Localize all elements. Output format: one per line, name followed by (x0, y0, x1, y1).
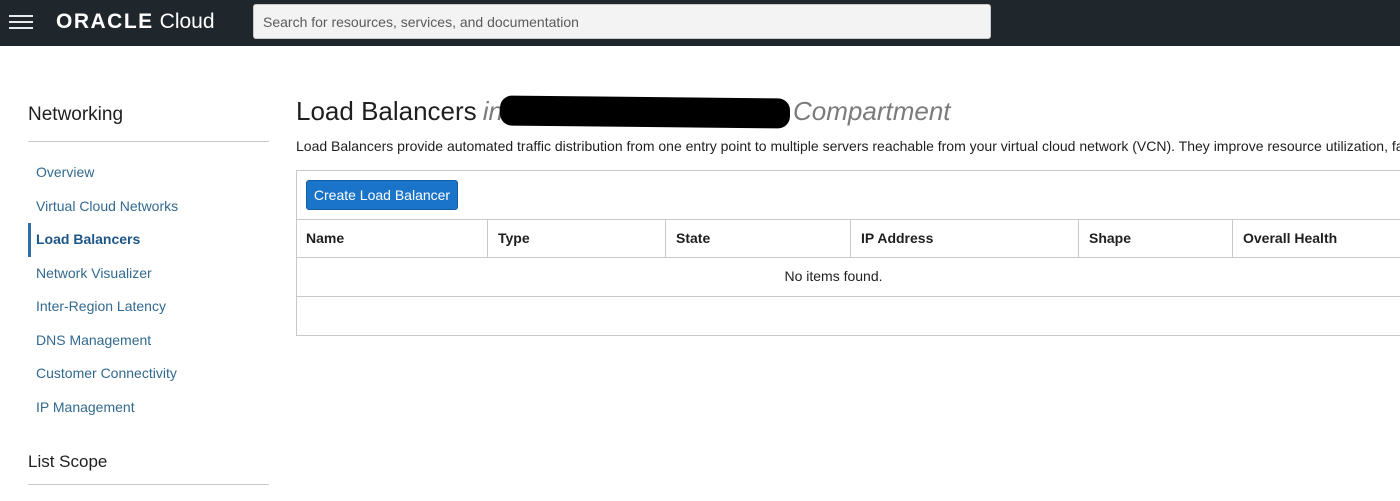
global-search-input[interactable] (253, 4, 991, 39)
page-title: Load Balancers in (296, 96, 503, 127)
brand-cloud-text: Cloud (159, 10, 215, 33)
load-balancers-panel: Create Load Balancer Name Type State IP … (296, 170, 1400, 336)
sidebar-item-virtual-cloud-networks[interactable]: Virtual Cloud Networks (28, 190, 269, 224)
column-header-type[interactable]: Type (488, 220, 666, 257)
list-scope-divider (28, 484, 269, 485)
column-header-state[interactable]: State (666, 220, 851, 257)
brand-oracle-text: ORACLE (56, 10, 154, 33)
oracle-cloud-logo[interactable]: ORACLE Cloud (56, 10, 215, 36)
sidebar-item-inter-region-latency[interactable]: Inter-Region Latency (28, 290, 269, 324)
table-empty-row: No items found. (296, 258, 1400, 297)
sidebar-item-network-visualizer[interactable]: Network Visualizer (28, 257, 269, 291)
empty-message: No items found. (784, 268, 883, 284)
create-load-balancer-button[interactable]: Create Load Balancer (306, 180, 458, 210)
column-header-ip-address[interactable]: IP Address (851, 220, 1079, 257)
page-title-compartment: Compartment (793, 96, 951, 126)
sidebar-item-dns-management[interactable]: DNS Management (28, 324, 269, 358)
top-navigation-bar: ORACLE Cloud (0, 0, 1400, 46)
page-description: Load Balancers provide automated traffic… (296, 138, 1400, 154)
page-title-text: Load Balancers (296, 96, 477, 126)
sidebar-divider (28, 141, 269, 142)
load-balancers-table: Name Type State IP Address Shape Overall… (296, 219, 1400, 297)
sidebar-item-overview[interactable]: Overview (28, 156, 269, 190)
sidebar-title: Networking (28, 104, 124, 125)
column-header-name[interactable]: Name (296, 220, 488, 257)
sidebar-nav: Overview Virtual Cloud Networks Load Bal… (28, 156, 269, 424)
table-header-row: Name Type State IP Address Shape Overall… (296, 219, 1400, 258)
column-header-overall-health[interactable]: Overall Health (1233, 220, 1400, 257)
sidebar-item-ip-management[interactable]: IP Management (28, 391, 269, 425)
column-header-shape[interactable]: Shape (1079, 220, 1233, 257)
list-scope-title: List Scope (28, 452, 108, 471)
hamburger-menu-icon[interactable] (9, 13, 33, 31)
sidebar-item-customer-connectivity[interactable]: Customer Connectivity (28, 357, 269, 391)
redacted-compartment-name (499, 95, 791, 129)
sidebar-item-load-balancers[interactable]: Load Balancers (28, 223, 269, 257)
